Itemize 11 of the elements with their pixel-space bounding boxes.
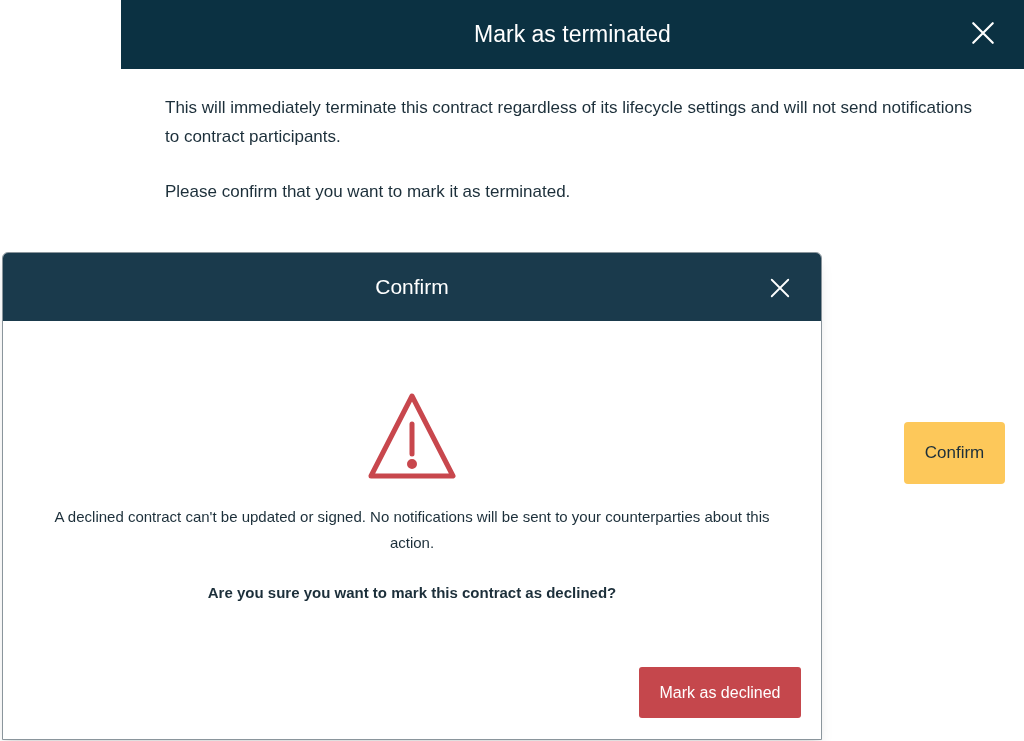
dialog-message: A declined contract can't be updated or signed. No notifications will be sent to your counterparties about this action.	[53, 507, 771, 553]
dialog-title: Confirm	[375, 274, 449, 301]
dialog-title: Mark as terminated	[474, 20, 671, 50]
mark-declined-button[interactable]: Mark as declined	[639, 667, 801, 718]
warning-icon	[367, 392, 457, 480]
close-icon[interactable]	[970, 20, 996, 46]
dialog-text: Please confirm that you want to mark it as terminated.	[165, 181, 572, 203]
close-icon[interactable]	[769, 277, 791, 299]
confirm-button[interactable]: Confirm	[904, 422, 1005, 484]
dialog-question: Are you sure you want to mark this contract as declined?	[206, 583, 618, 603]
dialog-text: This will immediately terminate this contract regardless of its lifecycle settings and will not send notifications to contract participants.	[165, 97, 973, 148]
